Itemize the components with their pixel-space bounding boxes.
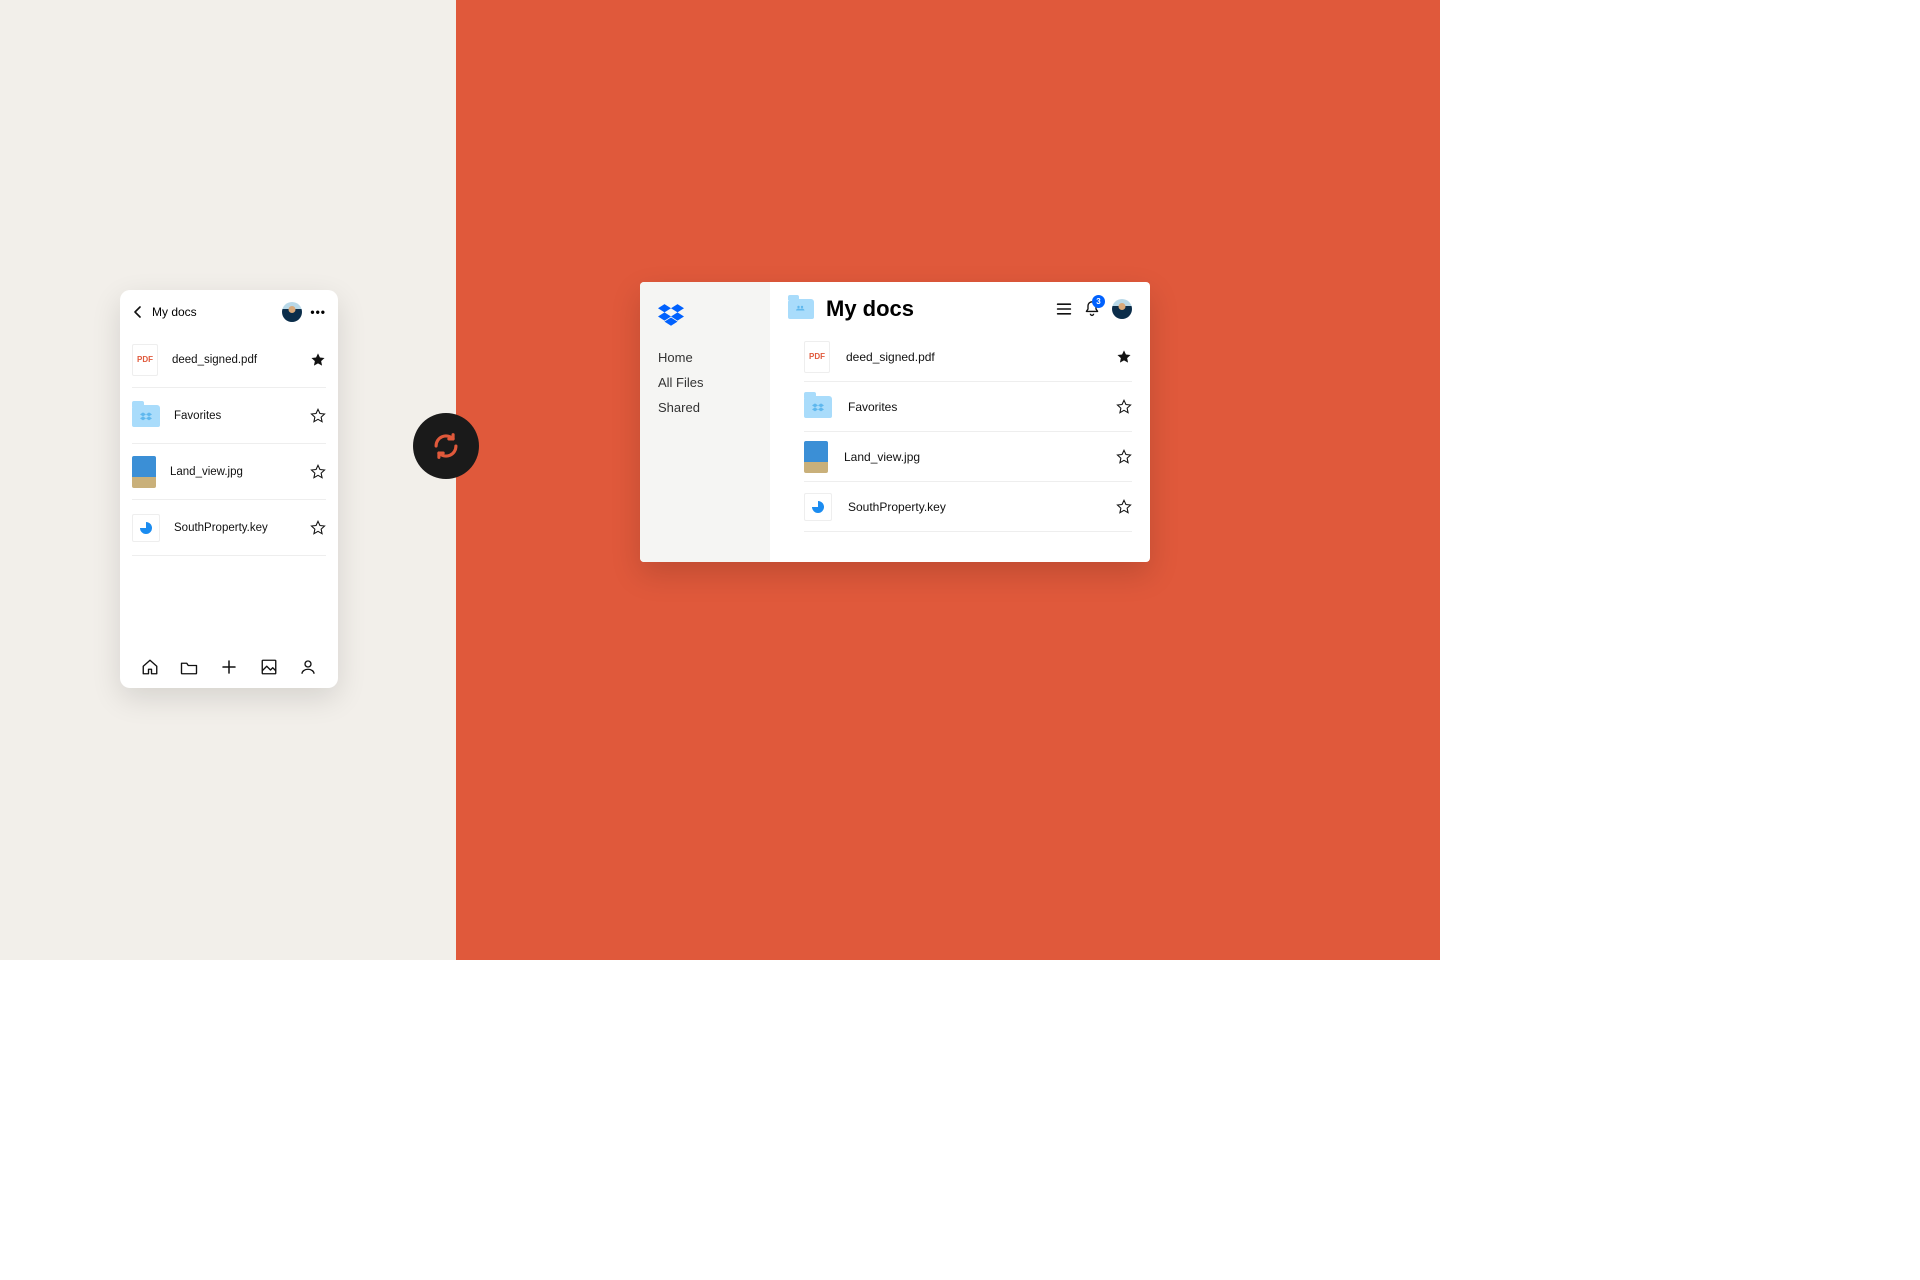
back-button[interactable] bbox=[130, 304, 146, 320]
tab-files[interactable] bbox=[180, 658, 198, 676]
desktop-title: My docs bbox=[826, 296, 1056, 322]
file-name: SouthProperty.key bbox=[174, 522, 310, 534]
folder-icon bbox=[180, 659, 198, 675]
mobile-header: My docs ••• bbox=[120, 290, 338, 332]
file-name: Favorites bbox=[174, 410, 310, 422]
avatar[interactable] bbox=[282, 302, 302, 322]
star-button[interactable] bbox=[310, 520, 326, 536]
file-row[interactable]: PDF deed_signed.pdf bbox=[804, 332, 1132, 382]
star-button[interactable] bbox=[1116, 499, 1132, 515]
mobile-tabbar bbox=[120, 648, 338, 688]
photo-icon bbox=[260, 658, 278, 676]
sync-icon bbox=[429, 429, 463, 463]
star-outline-icon bbox=[1116, 399, 1132, 415]
star-filled-icon bbox=[310, 352, 326, 368]
dropbox-logo[interactable] bbox=[658, 304, 752, 326]
star-button[interactable] bbox=[1116, 349, 1132, 365]
nav-shared[interactable]: Shared bbox=[658, 400, 752, 415]
sync-badge bbox=[413, 413, 479, 479]
person-icon bbox=[299, 658, 317, 676]
chevron-left-icon bbox=[133, 306, 143, 318]
star-button[interactable] bbox=[310, 408, 326, 424]
list-view-button[interactable] bbox=[1056, 302, 1072, 316]
star-outline-icon bbox=[1116, 449, 1132, 465]
desktop-panel: Home All Files Shared My docs 3 bbox=[640, 282, 1150, 562]
tab-add[interactable] bbox=[220, 658, 238, 676]
nav-all-files[interactable]: All Files bbox=[658, 375, 752, 390]
file-row[interactable]: Favorites bbox=[132, 388, 326, 444]
file-row[interactable]: Land_view.jpg bbox=[132, 444, 326, 500]
desktop-main: My docs 3 PDF deed_signed.pdf bbox=[770, 282, 1150, 562]
desktop-actions: 3 bbox=[1056, 299, 1132, 319]
star-button[interactable] bbox=[310, 352, 326, 368]
notification-badge: 3 bbox=[1092, 295, 1105, 308]
file-row[interactable]: SouthProperty.key bbox=[804, 482, 1132, 532]
mobile-file-list: PDF deed_signed.pdf Favorites Land_view.… bbox=[120, 332, 338, 648]
tab-account[interactable] bbox=[299, 658, 317, 676]
dropbox-icon bbox=[658, 304, 684, 326]
file-row[interactable]: Land_view.jpg bbox=[804, 432, 1132, 482]
file-row[interactable]: Favorites bbox=[804, 382, 1132, 432]
file-name: Land_view.jpg bbox=[844, 450, 1116, 464]
more-button[interactable]: ••• bbox=[310, 305, 326, 319]
star-filled-icon bbox=[1116, 349, 1132, 365]
file-name: Favorites bbox=[848, 400, 1116, 414]
plus-icon bbox=[220, 658, 238, 676]
file-row[interactable]: SouthProperty.key bbox=[132, 500, 326, 556]
file-name: deed_signed.pdf bbox=[172, 354, 310, 366]
desktop-file-list: PDF deed_signed.pdf Favorites Land_view.… bbox=[770, 332, 1150, 540]
keynote-icon bbox=[804, 493, 832, 521]
file-name: deed_signed.pdf bbox=[846, 350, 1116, 364]
star-button[interactable] bbox=[1116, 399, 1132, 415]
folder-icon bbox=[132, 405, 160, 427]
folder-icon bbox=[804, 396, 832, 418]
home-icon bbox=[141, 658, 159, 676]
desktop-nav: Home All Files Shared bbox=[658, 350, 752, 415]
star-button[interactable] bbox=[310, 464, 326, 480]
shared-folder-icon bbox=[788, 299, 814, 319]
file-row[interactable]: PDF deed_signed.pdf bbox=[132, 332, 326, 388]
pdf-icon: PDF bbox=[804, 341, 830, 373]
keynote-icon bbox=[132, 514, 160, 542]
list-icon bbox=[1056, 302, 1072, 316]
avatar[interactable] bbox=[1112, 299, 1132, 319]
star-outline-icon bbox=[310, 464, 326, 480]
desktop-header: My docs 3 bbox=[770, 282, 1150, 332]
tab-home[interactable] bbox=[141, 658, 159, 676]
star-outline-icon bbox=[310, 408, 326, 424]
file-name: Land_view.jpg bbox=[170, 466, 310, 478]
notifications-button[interactable]: 3 bbox=[1084, 300, 1100, 318]
pdf-icon: PDF bbox=[132, 344, 158, 376]
nav-home[interactable]: Home bbox=[658, 350, 752, 365]
star-outline-icon bbox=[1116, 499, 1132, 515]
image-thumbnail bbox=[804, 441, 828, 473]
mobile-panel: My docs ••• PDF deed_signed.pdf Favorite… bbox=[120, 290, 338, 688]
star-button[interactable] bbox=[1116, 449, 1132, 465]
mobile-title: My docs bbox=[152, 305, 282, 319]
desktop-sidebar: Home All Files Shared bbox=[640, 282, 770, 562]
image-thumbnail bbox=[132, 456, 156, 488]
tab-photos[interactable] bbox=[260, 658, 278, 676]
file-name: SouthProperty.key bbox=[848, 500, 1116, 514]
star-outline-icon bbox=[310, 520, 326, 536]
